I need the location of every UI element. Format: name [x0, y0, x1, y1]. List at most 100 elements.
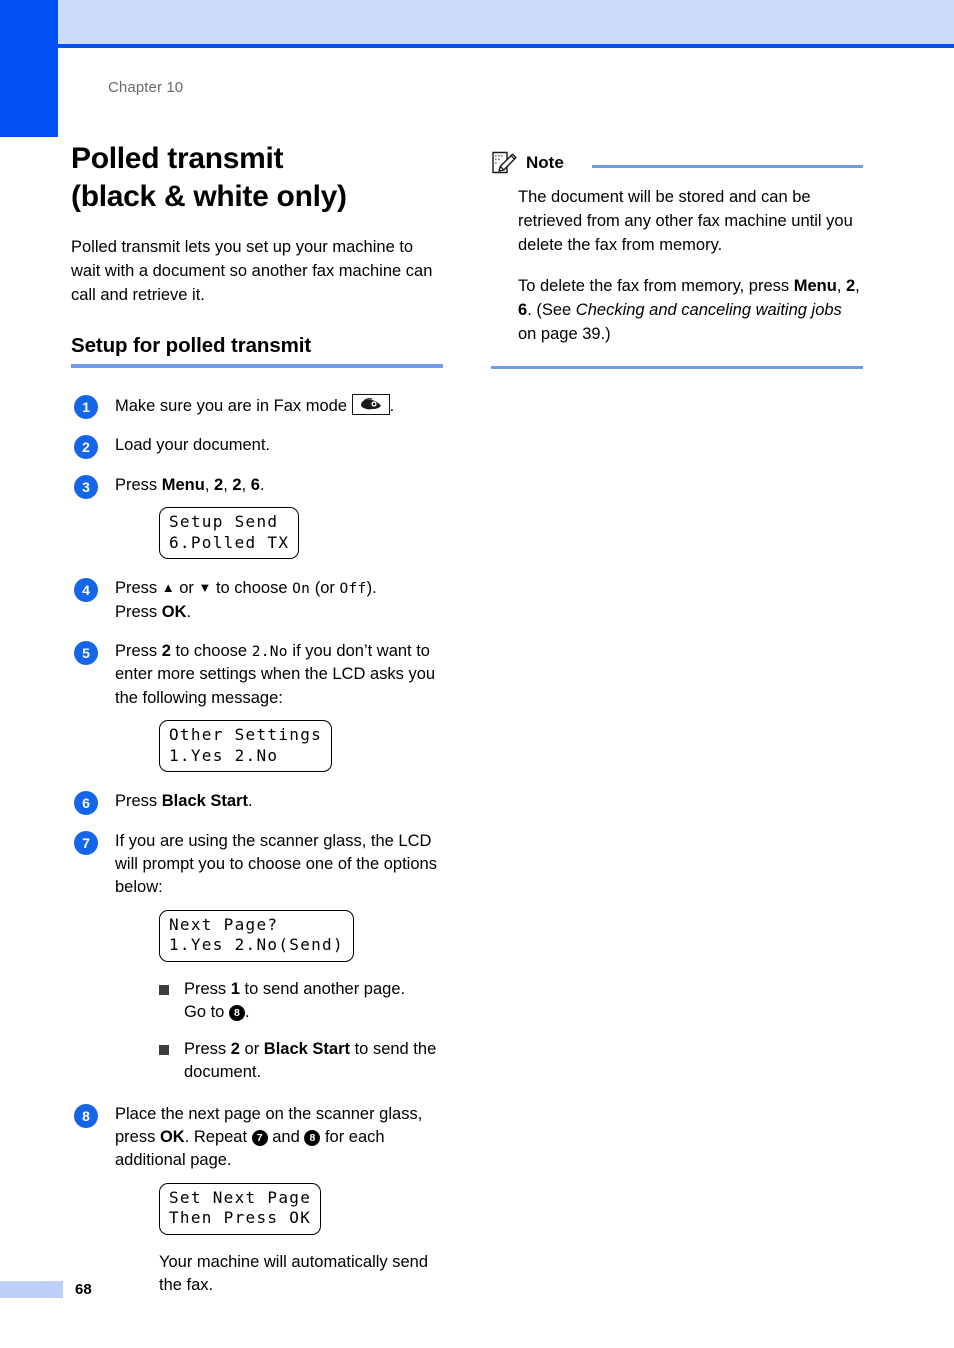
separator: , — [204, 475, 215, 494]
period: . — [244, 1003, 250, 1022]
separator: , — [241, 475, 251, 494]
step-8-trailing-text: Your machine will automatically send the… — [159, 1252, 429, 1295]
key-2b: 2 — [232, 475, 242, 494]
header-band — [58, 0, 954, 44]
lcd-value-on: On — [292, 581, 311, 598]
bullet-text: to send another page. — [239, 979, 406, 998]
step-text: Press — [115, 579, 162, 598]
lcd-display-set-next-page: Set Next Page Then Press OK — [159, 1182, 322, 1235]
fax-mode-icon — [351, 393, 390, 415]
right-column: Note The document will be stored and can… — [491, 151, 863, 369]
note-text: To delete the fax from memory, press — [518, 276, 794, 295]
note-text: . (See — [527, 300, 576, 319]
lcd-value-2no: 2.No — [251, 644, 288, 660]
step-1: 1 Make sure you are in Fax mode . — [71, 393, 443, 419]
note-header: Note — [491, 151, 863, 178]
lcd-display-next-page: Next Page? 1.Yes 2.No(Send) — [159, 909, 354, 962]
key-6: 6 — [518, 300, 528, 319]
step-text: . Repeat — [184, 1127, 252, 1146]
step-text: Press — [115, 602, 162, 621]
note-bottom-rule — [491, 365, 863, 369]
step-2: 2 Load your document. — [71, 434, 443, 460]
key-menu: Menu — [793, 276, 837, 295]
separator: , — [223, 475, 233, 494]
note-paragraph-2: To delete the fax from memory, press Men… — [518, 275, 863, 347]
period: . — [259, 475, 265, 494]
step-text-after: . — [389, 396, 395, 415]
lcd-value-off: Off — [339, 581, 367, 598]
lcd-display-setup-send: Setup Send 6.Polled TX — [159, 507, 300, 560]
lcd-line-1: Other Settings — [169, 725, 323, 745]
key-black-start: Black Start — [263, 1039, 351, 1058]
key-2: 2 — [161, 642, 171, 660]
square-bullet-icon — [159, 984, 169, 995]
conjunction: and — [267, 1127, 305, 1146]
step-7-options: Press 1 to send another page. Go to 8. Pr… — [159, 978, 443, 1085]
bullet-text: Go to — [184, 1003, 229, 1022]
list-item: Press 2 or Black Start to send the docum… — [159, 1038, 443, 1085]
note-paragraph-1: The document will be stored and can be r… — [518, 188, 853, 254]
step-3: 3 Press Menu, 2, 2, 6. Setup Send 6.Poll… — [71, 474, 443, 560]
step-number-badge: 5 — [74, 641, 98, 665]
step-number-badge: 4 — [74, 578, 98, 603]
separator: , — [836, 276, 846, 295]
cross-reference-page: on page 39.) — [518, 324, 611, 343]
cross-reference-title: Checking and canceling waiting jobs — [575, 300, 842, 319]
section-title-rule — [71, 363, 443, 368]
step-number-badge: 1 — [74, 394, 98, 419]
lcd-line-2: Then Press OK — [169, 1208, 312, 1228]
step-text: to choose — [211, 579, 293, 598]
step-text: Press — [115, 792, 162, 811]
step-4: 4 Press ▲ or ▼ to choose On (or Off). Pre… — [71, 577, 443, 624]
left-column: Polled transmit (black & white only) Pol… — [71, 140, 443, 1314]
period: . — [247, 792, 253, 811]
lcd-line-2: 6.Polled TX — [169, 532, 290, 552]
step-body: If you are using the scanner glass, the … — [115, 831, 437, 897]
page-title-line1: Polled transmit — [71, 142, 284, 175]
step-text: Press — [115, 642, 162, 660]
key-2: 2 — [230, 1039, 240, 1058]
step-body: Place the next page on the scanner glass… — [115, 1103, 443, 1173]
step-reference-badge-7: 7 — [251, 1129, 268, 1146]
note-pencil-icon — [491, 151, 518, 182]
step-number-badge: 3 — [74, 474, 98, 499]
note-top-rule — [592, 165, 863, 168]
page-number: 68 — [75, 1281, 92, 1298]
note-body: The document will be stored and can be r… — [518, 186, 863, 347]
step-body: Press ▲ or ▼ to choose On (or Off). Press… — [115, 577, 443, 624]
step-7: 7 If you are using the scanner glass, th… — [71, 830, 443, 1085]
bullet-text: or — [239, 1039, 264, 1058]
conjunction: or — [174, 579, 199, 598]
step-number-badge: 7 — [74, 830, 98, 855]
step-body: Press 2 to choose 2.No if you don’t want… — [115, 640, 443, 710]
intro-paragraph: Polled transmit lets you set up your mac… — [71, 238, 433, 305]
step-text: Make sure you are in Fax mode — [115, 396, 352, 415]
step-6: 6 Press Black Start. — [71, 790, 443, 816]
key-black-start: Black Start — [161, 792, 248, 811]
step-reference-badge: 8 — [228, 1005, 245, 1022]
step-text: (or — [310, 579, 340, 598]
step-body: Load your document. — [115, 436, 271, 455]
lcd-line-1: Set Next Page — [169, 1187, 312, 1207]
step-number-badge: 8 — [74, 1103, 98, 1128]
step-5: 5 Press 2 to choose 2.No if you don’t wa… — [71, 640, 443, 773]
lcd-line-2: 1.Yes 2.No — [169, 745, 279, 765]
chapter-tab-marker — [0, 0, 58, 137]
bullet-text: Press — [184, 979, 231, 998]
page-title: Polled transmit (black & white only) — [71, 140, 443, 216]
key-2: 2 — [214, 475, 224, 494]
step-8: 8 Place the next page on the scanner gla… — [71, 1103, 443, 1298]
chapter-label: Chapter 10 — [108, 79, 184, 96]
step-number-badge: 2 — [74, 435, 98, 460]
lcd-line-1: Setup Send — [169, 512, 279, 532]
key-menu: Menu — [161, 475, 205, 494]
arrow-down-icon: ▼ — [198, 580, 212, 596]
note-label: Note — [526, 153, 564, 172]
square-bullet-icon — [159, 1044, 169, 1055]
key-6: 6 — [250, 475, 260, 494]
key-1: 1 — [230, 979, 240, 998]
section-title: Setup for polled transmit — [71, 333, 312, 357]
step-body: Press Black Start. — [115, 790, 443, 813]
list-item: Press 1 to send another page. Go to 8. — [159, 978, 443, 1025]
footer-bar — [0, 1281, 63, 1298]
